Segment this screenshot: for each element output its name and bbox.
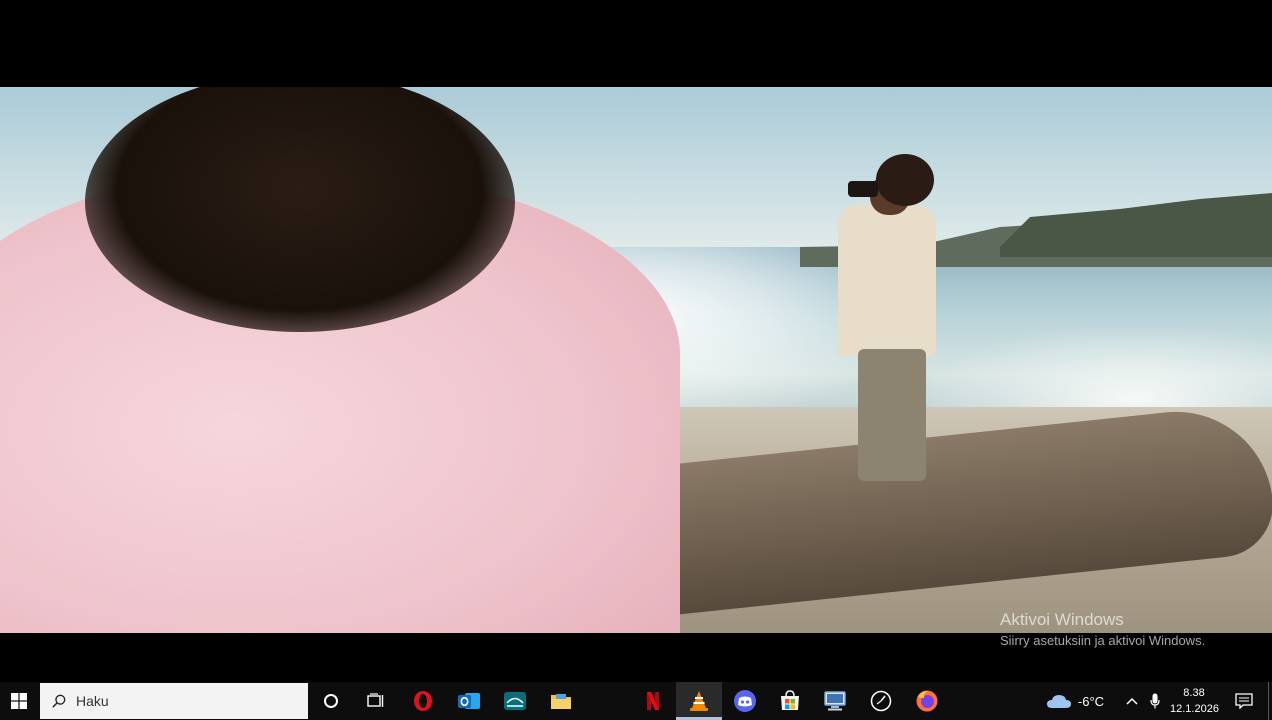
- netflix-icon: [647, 692, 659, 710]
- weather-widget[interactable]: -6°C: [1040, 682, 1110, 720]
- taskbar-app-firefox[interactable]: [904, 682, 950, 720]
- taskbar-app-netflix[interactable]: [630, 682, 676, 720]
- cloud-icon: [1046, 695, 1071, 708]
- store-icon: [781, 690, 799, 710]
- taskbar: -6°C 8.38 12.1.2026: [0, 682, 1272, 720]
- video-frame[interactable]: [0, 87, 1272, 633]
- discord-icon: [734, 690, 756, 712]
- task-view-icon: [367, 693, 384, 707]
- watermark-title: Aktivoi Windows: [1000, 610, 1124, 629]
- video-binoculars: [848, 181, 878, 197]
- computer-icon: [824, 691, 846, 711]
- search-icon: [52, 694, 66, 708]
- taskbar-app-clock[interactable]: [858, 682, 904, 720]
- disney-plus-icon: [504, 692, 526, 710]
- taskbar-app-microsoft-store[interactable]: [767, 682, 813, 720]
- taskbar-app-discord[interactable]: [722, 682, 768, 720]
- video-boy-hair: [876, 154, 934, 206]
- activation-watermark: Aktivoi Windows Siirry asetuksiin ja akt…: [1000, 610, 1205, 650]
- vlc-cone-icon: [690, 691, 708, 711]
- fullscreen-video-area[interactable]: Aktivoi Windows Siirry asetuksiin ja akt…: [0, 0, 1272, 682]
- start-button[interactable]: [0, 682, 38, 720]
- chevron-up-icon: [1126, 697, 1138, 705]
- video-boy-pants: [858, 349, 926, 481]
- taskbar-app-opera[interactable]: [400, 682, 446, 720]
- firefox-icon: [916, 690, 938, 712]
- show-desktop-button[interactable]: [1268, 682, 1272, 720]
- taskbar-clock[interactable]: 8.38 12.1.2026: [1170, 685, 1219, 717]
- microphone-icon: [1150, 693, 1160, 709]
- video-boy-shirt: [838, 205, 936, 357]
- tray-overflow-button[interactable]: [1120, 682, 1144, 720]
- weather-temperature: -6°C: [1077, 693, 1105, 709]
- taskbar-app-file-explorer[interactable]: [538, 682, 584, 720]
- opera-icon: [414, 691, 432, 711]
- cortana-circle-icon: [324, 694, 338, 708]
- windows-logo-icon: [11, 693, 27, 709]
- cortana-button[interactable]: [308, 682, 354, 720]
- task-view-button[interactable]: [353, 682, 399, 720]
- taskbar-app-remote-desktop[interactable]: [812, 682, 858, 720]
- notification-icon: [1235, 693, 1253, 709]
- outlook-icon: [458, 693, 480, 709]
- taskbar-app-vlc[interactable]: [676, 682, 722, 720]
- taskbar-app-disney-plus[interactable]: [492, 682, 538, 720]
- clock-date: 12.1.2026: [1170, 703, 1219, 715]
- notification-center-button[interactable]: [1226, 682, 1262, 720]
- watermark-subtitle: Siirry asetuksiin ja aktivoi Windows.: [1000, 633, 1206, 648]
- taskbar-search-box[interactable]: [40, 683, 308, 719]
- microphone-button[interactable]: [1144, 682, 1166, 720]
- folder-icon: [551, 694, 571, 709]
- search-input[interactable]: [76, 693, 296, 709]
- clock-time: 8.38: [1183, 687, 1205, 699]
- clock-icon: [870, 690, 892, 712]
- taskbar-app-outlook[interactable]: [446, 682, 492, 720]
